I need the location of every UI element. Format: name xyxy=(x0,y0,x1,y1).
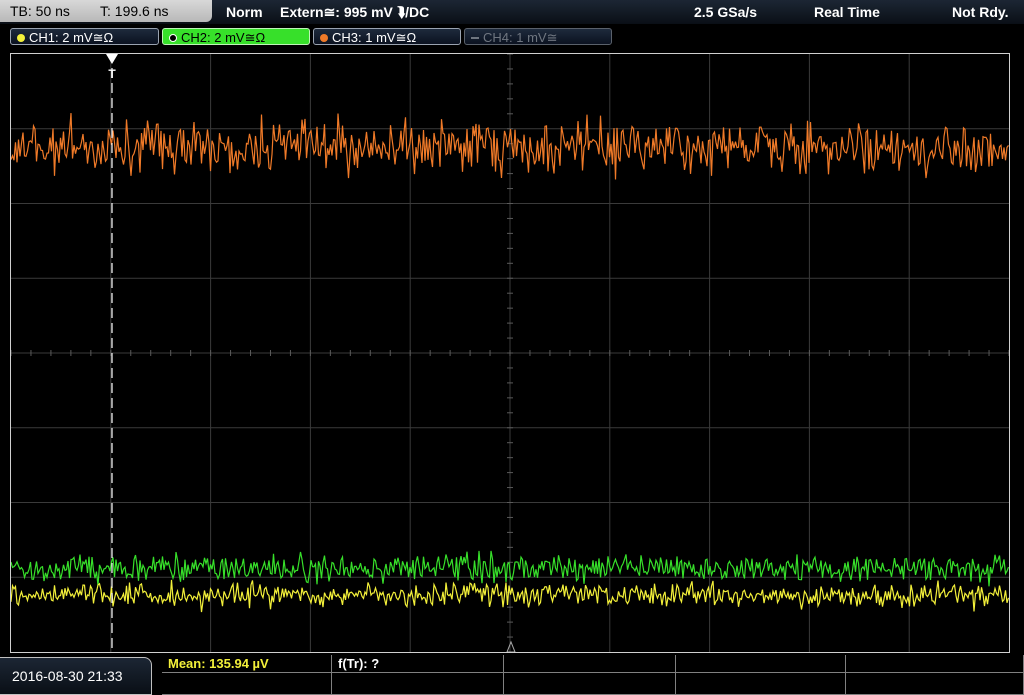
channel-3-chip[interactable]: CH3: 1 mV≅Ω xyxy=(313,28,461,45)
sample-rate: 2.5 GSa/s xyxy=(694,4,758,20)
channel-1-chip[interactable]: CH1: 2 mV≅Ω xyxy=(10,28,159,45)
measurement-mean[interactable]: Mean: 135.94 µV xyxy=(162,655,332,673)
datetime-display: 2016-08-30 21:33 xyxy=(0,657,152,695)
measurement-slot-5[interactable] xyxy=(846,655,1024,673)
measurement-slot-4[interactable] xyxy=(676,655,846,673)
measurement-slot-9[interactable] xyxy=(676,673,846,695)
channel-1-label: CH1: 2 mV≅Ω xyxy=(29,30,114,45)
measurement-table: Mean: 135.94 µV f(Tr): ? xyxy=(162,655,1024,695)
channel-4-chip[interactable]: CH4: 1 mV≅ xyxy=(464,28,612,45)
channel-3-indicator-icon xyxy=(320,34,328,42)
acquisition-status: Not Rdy. xyxy=(952,4,1009,20)
waveform-display[interactable]: T xyxy=(11,54,1009,652)
measurement-slot-7[interactable] xyxy=(332,673,504,695)
channel-2-label: CH2: 2 mV≅Ω xyxy=(181,30,266,45)
trigger-arrow-icon[interactable] xyxy=(106,54,118,64)
trigger-source[interactable]: Extern≅: 995 mV ⮯/DC xyxy=(280,0,429,24)
channel-2-indicator-icon xyxy=(169,34,177,42)
channel-4-indicator-icon xyxy=(471,37,479,39)
acquisition-mode: Real Time xyxy=(814,4,880,20)
measurement-slot-6[interactable] xyxy=(162,673,332,695)
channel-4-label: CH4: 1 mV≅ xyxy=(483,30,558,45)
status-bar: TB: 50 ns T: 199.6 ns Norm Extern≅: 995 … xyxy=(0,0,1024,24)
channel-3-label: CH3: 1 mV≅Ω xyxy=(332,30,417,45)
measurement-rise-freq[interactable]: f(Tr): ? xyxy=(332,655,504,673)
trigger-level-marker-icon xyxy=(506,640,516,652)
trigger-marker-label: T xyxy=(108,67,116,81)
measurement-slot-3[interactable] xyxy=(504,655,676,673)
trigger-time-value: T: 199.6 ns xyxy=(100,3,169,19)
channel-1-indicator-icon xyxy=(17,34,25,42)
trigger-mode[interactable]: Norm xyxy=(226,0,263,24)
timebase-panel[interactable]: TB: 50 ns T: 199.6 ns xyxy=(0,0,212,22)
footer-bar: 2016-08-30 21:33 Mean: 135.94 µV f(Tr): … xyxy=(0,655,1024,695)
channel-bar: CH1: 2 mV≅Ω CH2: 2 mV≅Ω CH3: 1 mV≅Ω CH4:… xyxy=(0,26,1024,48)
channel-2-chip[interactable]: CH2: 2 mV≅Ω xyxy=(162,28,310,45)
measurement-slot-8[interactable] xyxy=(504,673,676,695)
measurement-slot-10[interactable] xyxy=(846,673,1024,695)
timebase-value: TB: 50 ns xyxy=(10,3,70,19)
